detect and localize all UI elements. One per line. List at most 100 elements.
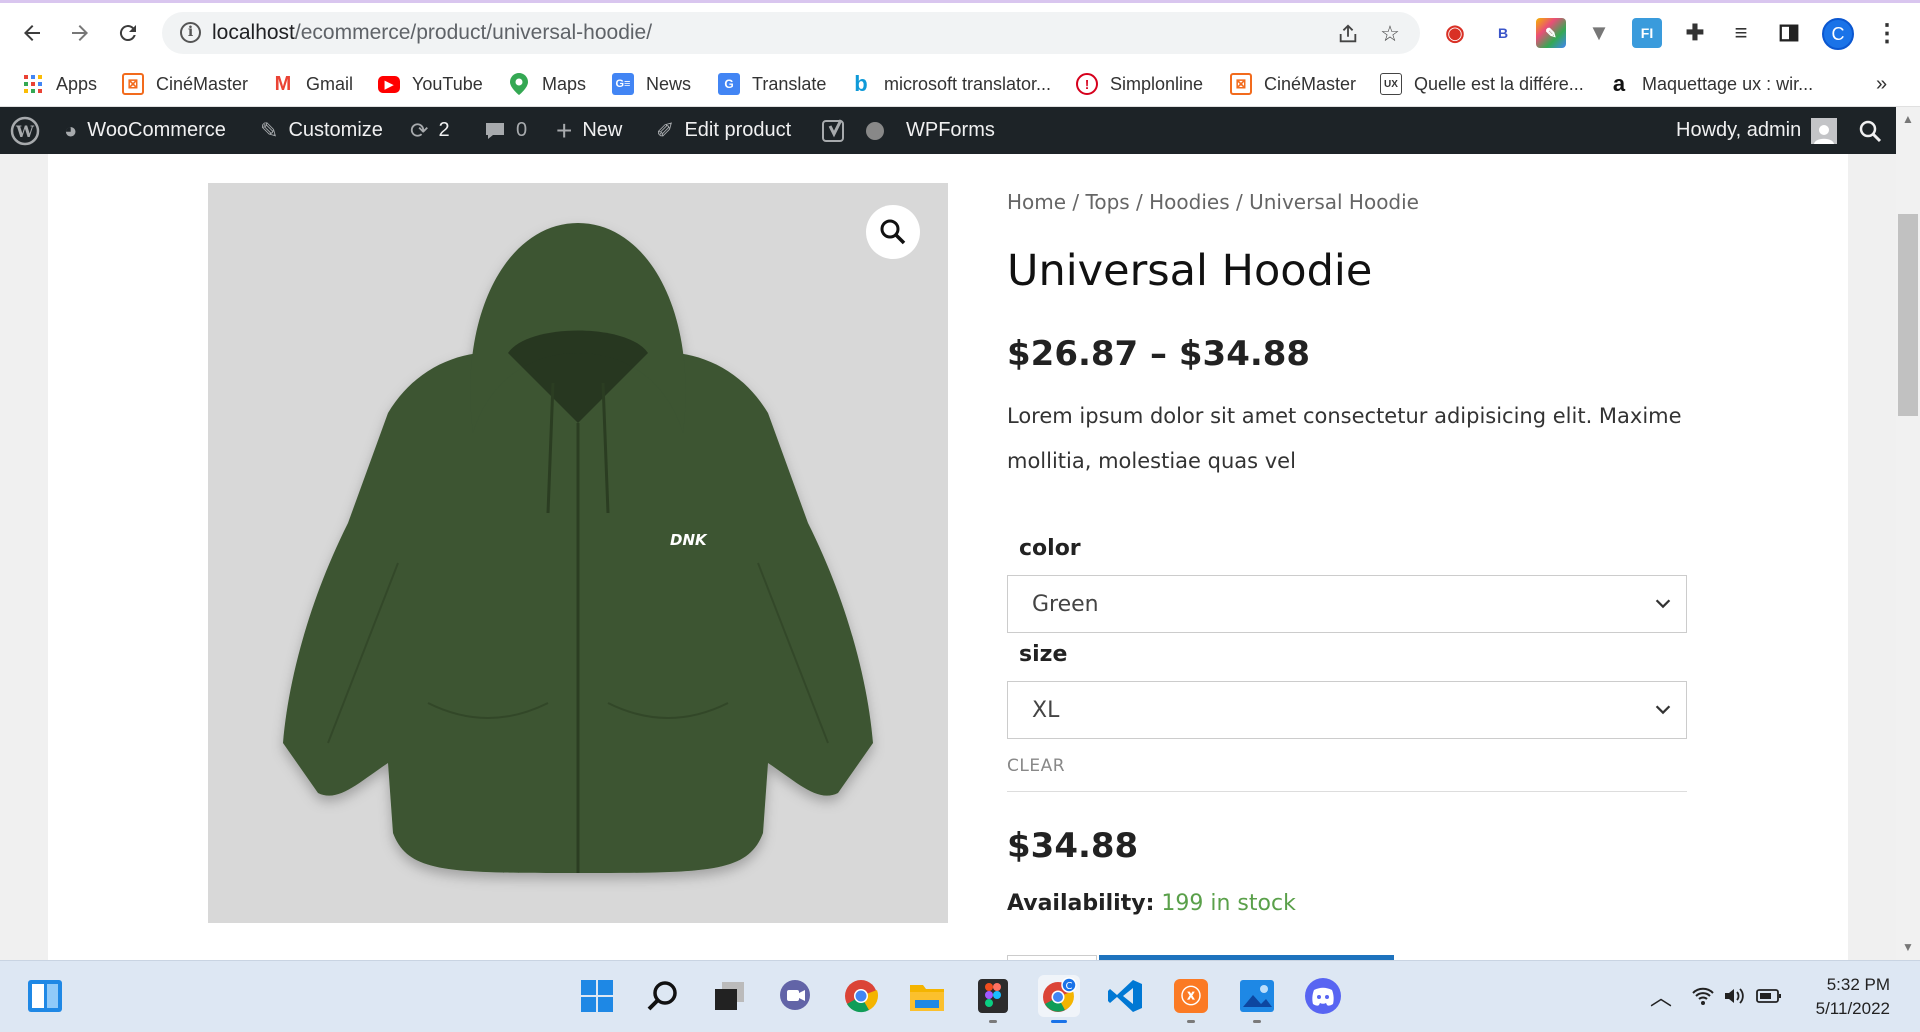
admin-avatar (1811, 117, 1838, 144)
colorpick-ext-icon[interactable]: ✎ (1536, 18, 1566, 48)
bookmark-maquettage[interactable]: a Maquettage ux : wir... (1608, 61, 1813, 107)
url-host: localhost (212, 21, 295, 44)
scroll-up-icon[interactable]: ▲ (1900, 112, 1916, 128)
bookmark-cinemaster[interactable]: ⊠ CinéMaster (122, 61, 248, 107)
availability: Availability: 199 in stock (1007, 891, 1296, 916)
bookmark-label: microsoft translator... (884, 73, 1052, 94)
simplonline-icon: ! (1076, 73, 1098, 95)
forward-button[interactable] (62, 15, 98, 51)
bookmark-cinemaster-2[interactable]: ⊠ CinéMaster (1230, 61, 1356, 107)
admin-customize[interactable]: ✎ Customize (260, 107, 383, 154)
back-button[interactable] (14, 15, 50, 51)
bookmark-apps[interactable]: Apps (22, 61, 97, 107)
url-path: /ecommerce/product/universal-hoodie/ (294, 21, 653, 44)
reload-button[interactable] (110, 15, 146, 51)
gmail-icon: M (274, 72, 292, 95)
breadcrumb-tops[interactable]: Tops (1086, 190, 1130, 214)
updates-icon: ⟳ (410, 117, 429, 143)
battery-icon[interactable] (1754, 975, 1784, 1017)
bookmark-gmail[interactable]: M Gmail (272, 61, 353, 107)
teams-chat-icon[interactable] (774, 975, 816, 1017)
bookmark-maps[interactable]: Maps (508, 61, 586, 107)
size-select[interactable]: XL (1007, 681, 1687, 739)
wifi-icon[interactable] (1688, 975, 1718, 1017)
media-queue-icon[interactable]: ≡ (1726, 18, 1756, 48)
yoast-seo-icon[interactable] (822, 107, 848, 154)
howdy-label: Howdy, admin (1676, 119, 1802, 141)
breadcrumb-hoodies[interactable]: Hoodies (1149, 190, 1230, 214)
search-icon[interactable] (642, 975, 684, 1017)
bookmark-news[interactable]: G≡ News (612, 61, 691, 107)
bookmarks-overflow-icon[interactable]: » (1876, 61, 1887, 107)
svg-text:C: C (1066, 981, 1073, 992)
pencil-icon: ✐ (656, 117, 675, 143)
profile-avatar[interactable]: C (1822, 18, 1854, 50)
admin-woocommerce-label: WooCommerce (87, 119, 226, 141)
comments-count: 0 (516, 119, 528, 141)
admin-search-icon[interactable] (1858, 107, 1882, 154)
side-panel-icon[interactable] (1774, 18, 1804, 48)
start-icon[interactable] (576, 975, 618, 1017)
address-bar[interactable]: i localhost/ecommerce/product/universal-… (162, 12, 1420, 54)
admin-new[interactable]: + New (556, 107, 622, 154)
tray-clock[interactable]: 5:32 PM 5/11/2022 (1800, 973, 1890, 1021)
bookmark-label: Quelle est la différe... (1414, 73, 1584, 94)
scroll-thumb[interactable] (1898, 214, 1918, 416)
photos-icon[interactable] (1236, 975, 1278, 1023)
figma-icon[interactable] (972, 975, 1014, 1023)
scroll-down-icon[interactable]: ▼ (1900, 940, 1916, 956)
widgets-icon[interactable] (24, 975, 66, 1017)
wp-logo-icon[interactable]: W (10, 107, 40, 154)
bookmark-star-icon[interactable]: ☆ (1378, 21, 1402, 46)
clear-variations-link[interactable]: CLEAR (1007, 756, 1065, 776)
bookmark-simplonline[interactable]: ! Simplonline (1076, 61, 1203, 107)
admin-wpforms[interactable]: WPForms (906, 107, 995, 154)
bookmark-label: Translate (752, 73, 827, 94)
chrome-profile-icon[interactable]: C (1038, 975, 1080, 1023)
bitly-ext-icon[interactable]: B (1488, 18, 1518, 48)
admin-account[interactable]: Howdy, admin (1676, 107, 1838, 154)
bookmark-translate[interactable]: G Translate (718, 61, 826, 107)
price-range: $26.87 – $34.88 (1007, 334, 1311, 374)
menu-kebab-icon[interactable]: ⋮ (1872, 18, 1902, 48)
hoodie-image: DNK (283, 223, 873, 873)
vue-devtools-icon[interactable]: ▼ (1584, 18, 1614, 48)
bookmark-label: CinéMaster (1264, 73, 1357, 94)
seo-score-dot (866, 107, 884, 154)
bookmark-quelle-est[interactable]: UX Quelle est la différe... (1380, 61, 1584, 107)
discord-icon[interactable] (1302, 975, 1344, 1017)
breadcrumb-home[interactable]: Home (1007, 190, 1066, 214)
share-icon[interactable] (1336, 22, 1360, 46)
availability-label: Availability: (1007, 891, 1155, 916)
site-info-icon[interactable]: i (180, 22, 201, 43)
volume-icon[interactable] (1720, 975, 1750, 1017)
tray-overflow-chevron-icon[interactable]: ︿ (1640, 975, 1682, 1017)
breadcrumb: Home / Tops / Hoodies / Universal Hoodie (1007, 190, 1419, 214)
opera-ext-icon[interactable]: ◉ (1440, 18, 1470, 48)
admin-updates[interactable]: ⟳ 2 (410, 107, 450, 154)
fi-ext-icon[interactable]: FI (1632, 18, 1662, 48)
task-view-icon[interactable] (708, 975, 750, 1017)
product-image[interactable]: DNK (208, 183, 948, 923)
product-page: DNK Home / Tops / Hoodies / Universal Ho… (48, 154, 1848, 960)
zoom-button[interactable] (866, 205, 920, 259)
paintbrush-icon: ✎ (260, 117, 279, 143)
extensions-puzzle-icon[interactable]: ✚ (1680, 18, 1710, 48)
admin-woocommerce[interactable]: ◕ WooCommerce (64, 107, 226, 154)
vscode-icon[interactable] (1104, 975, 1146, 1017)
wp-admin-bar: W ◕ WooCommerce ✎ Customize ⟳ 2 0 + New … (0, 107, 1920, 154)
bing-icon: b (854, 71, 868, 96)
admin-edit-product-label: Edit product (684, 119, 792, 141)
color-select[interactable]: Green (1007, 575, 1687, 633)
admin-comments[interactable]: 0 (484, 107, 527, 154)
bookmark-youtube[interactable]: ▶ YouTube (378, 61, 483, 107)
breadcrumb-current: Universal Hoodie (1249, 190, 1419, 214)
bookmark-microsoft-translator[interactable]: b microsoft translator... (850, 61, 1051, 107)
taskbar: C ⓧ ︿ 5:32 PM 5/11/2022 (0, 960, 1920, 1032)
svg-text:ⓧ: ⓧ (1181, 984, 1201, 1008)
admin-edit-product[interactable]: ✐ Edit product (656, 107, 791, 154)
file-explorer-icon[interactable] (906, 975, 948, 1017)
arrow-right-icon (72, 25, 88, 41)
chrome-icon[interactable] (840, 975, 882, 1017)
xampp-icon[interactable]: ⓧ (1170, 975, 1212, 1023)
